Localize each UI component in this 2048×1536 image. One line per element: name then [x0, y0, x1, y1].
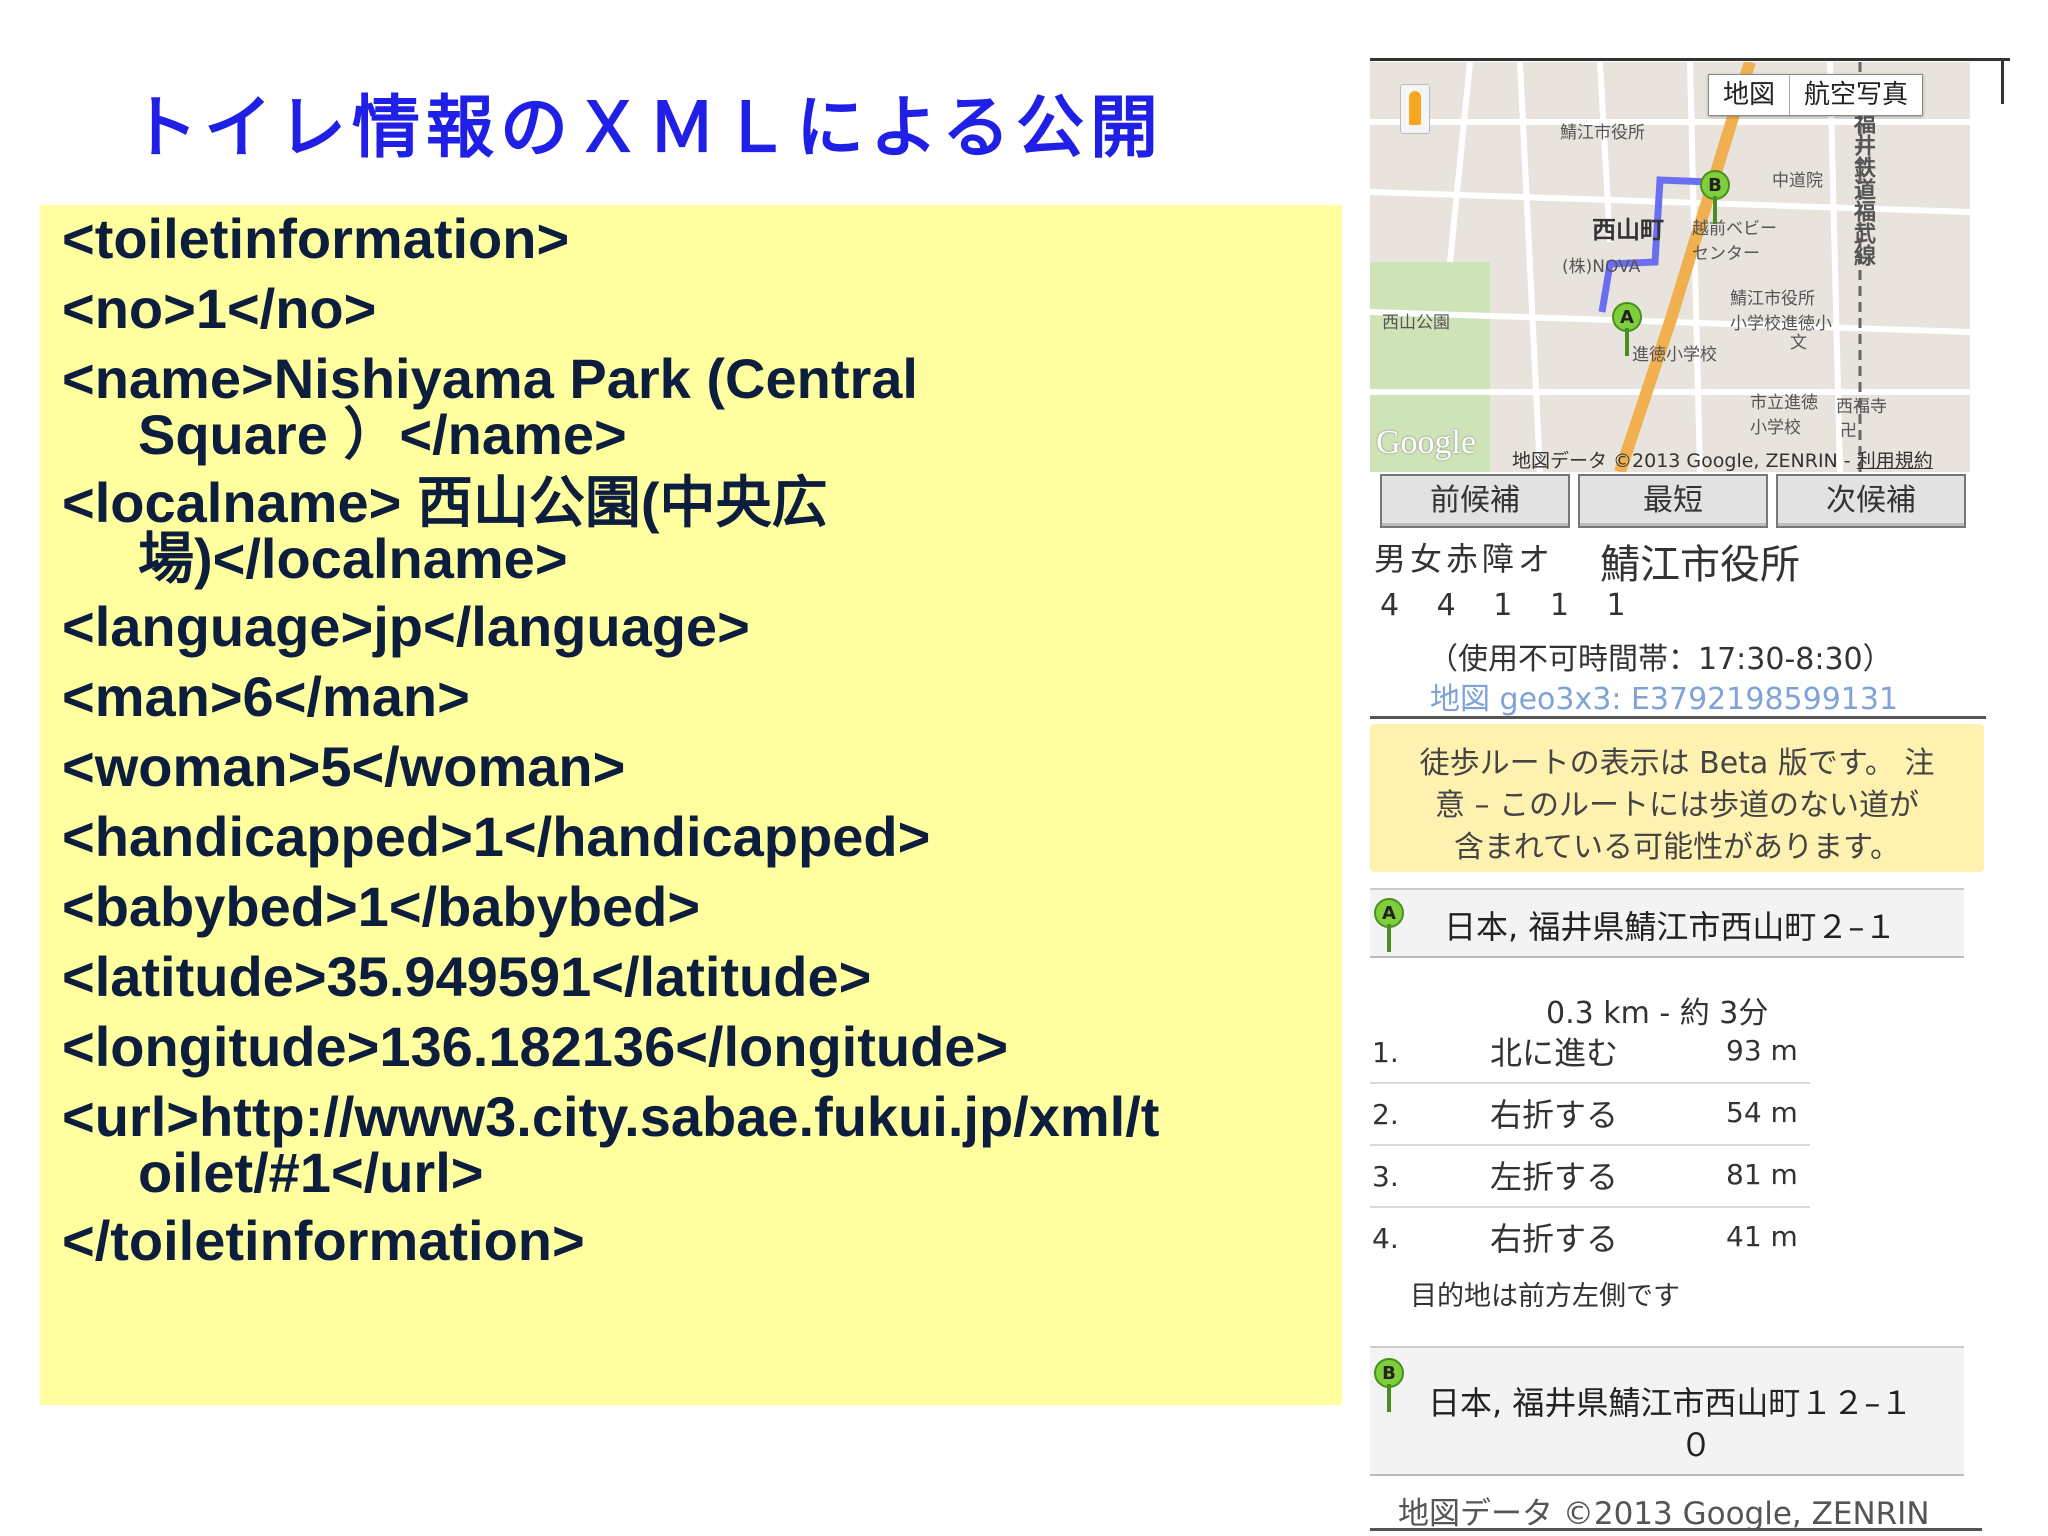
- divider: [1370, 1528, 1982, 1531]
- route-step[interactable]: 4. 右折する 41 m: [1370, 1208, 1810, 1268]
- xml-line: <handicapped>1</handicapped>: [62, 805, 931, 868]
- map-label: 進徳小学校: [1632, 345, 1717, 365]
- next-candidate-button[interactable]: 次候補: [1776, 474, 1966, 528]
- start-address: 日本, 福井県鯖江市西山町２–１: [1444, 908, 1897, 946]
- map-data-footer: 地図データ ©2013 Google, ZENRIN: [1398, 1496, 1930, 1532]
- map-label: 市立進徳 小学校: [1750, 393, 1818, 438]
- xml-line: <woman>5</woman>: [62, 735, 626, 798]
- xml-line: <toiletinformation>: [62, 207, 570, 270]
- map-label: 西山公園: [1382, 313, 1450, 333]
- map-label: 鯖江市役所 小学校進徳小: [1730, 289, 1832, 334]
- xml-line: <name>Nishiyama Park (Central: [62, 347, 918, 410]
- map-label: 文: [1790, 333, 1807, 353]
- xml-line: <language>jp</language>: [62, 595, 750, 658]
- facility-counts: 4 4 1 1 1: [1380, 588, 1640, 623]
- route-step[interactable]: 2. 右折する 54 m: [1370, 1084, 1810, 1146]
- google-logo: Google: [1376, 424, 1477, 461]
- map-label: 鯖江市役所: [1560, 123, 1645, 143]
- xml-line: <longitude>136.182136</longitude>: [62, 1015, 1009, 1078]
- xml-line: <babybed>1</babybed>: [62, 875, 701, 938]
- divider: [2001, 58, 2004, 104]
- place-name: 鯖江市役所: [1600, 542, 1800, 588]
- slide-title: トイレ情報のＸＭＬによる公開: [130, 89, 1164, 168]
- map-marker-b[interactable]: B: [1700, 170, 1730, 224]
- notice-line: 含まれている可能性があります。: [1453, 830, 1901, 865]
- marker-a-icon: A: [1374, 898, 1404, 952]
- mobile-route-panel: 鯖江市役所 西山町 越前ベビー センター (株)NOVA 西山公園 鯖江市役所 …: [1370, 56, 2010, 1536]
- notice-line: 徒歩ルートの表示は Beta 版です。 注: [1419, 746, 1935, 781]
- map-view[interactable]: 鯖江市役所 西山町 越前ベビー センター (株)NOVA 西山公園 鯖江市役所 …: [1370, 62, 1970, 472]
- divider: [1370, 716, 1986, 719]
- map-label: 福井鉄道福武線: [1850, 112, 1875, 266]
- xml-line: <latitude>35.949591</latitude>: [62, 945, 872, 1008]
- map-label: (株)NOVA: [1562, 257, 1641, 277]
- terms-link[interactable]: 利用規約: [1857, 450, 1933, 472]
- divider: [1370, 58, 2010, 61]
- xml-line: </toiletinformation>: [62, 1209, 585, 1272]
- notice-line: 意 – このルートには歩道のない道が: [1434, 788, 1920, 823]
- xml-line: <man>6</man>: [62, 665, 470, 728]
- destination-note: 目的地は前方左側です: [1410, 1281, 1680, 1312]
- map-type-satellite-button[interactable]: 航空写真: [1789, 75, 1922, 115]
- map-attribution: 地図データ ©2013 Google, ZENRIN - 利用規約: [1512, 450, 1933, 472]
- beta-notice: 徒歩ルートの表示は Beta 版です。 注 意 – このルートには歩道のない道が…: [1370, 724, 1984, 872]
- end-address-row[interactable]: B 日本, 福井県鯖江市西山町１２–１ ０: [1370, 1346, 1964, 1476]
- facility-icons: 男女赤障オ: [1374, 540, 1555, 578]
- xml-line: Square ）</name>: [138, 403, 627, 466]
- map-label: 西福寺: [1836, 397, 1887, 417]
- marker-b-icon: B: [1374, 1358, 1404, 1412]
- map-label: 西山町: [1592, 216, 1664, 244]
- unavailable-hours: （使用不可時間帯：17:30-8:30）: [1428, 642, 1893, 677]
- shortest-button[interactable]: 最短: [1578, 474, 1768, 528]
- map-label: 卍: [1840, 421, 1857, 441]
- xml-line: <no>1</no>: [62, 277, 377, 340]
- end-address-line: 日本, 福井県鯖江市西山町１２–１: [1428, 1384, 1913, 1422]
- route-step[interactable]: 1. 北に進む 93 m: [1370, 1022, 1810, 1084]
- candidate-nav: 前候補 最短 次候補: [1380, 474, 1966, 528]
- pegman-icon[interactable]: [1400, 84, 1430, 134]
- xml-line: 場)</localname>: [138, 527, 568, 590]
- map-type-map-button[interactable]: 地図: [1709, 75, 1789, 115]
- map-marker-a[interactable]: A: [1612, 302, 1642, 356]
- start-address-row[interactable]: A 日本, 福井県鯖江市西山町２–１: [1370, 888, 1964, 958]
- geo-map-link[interactable]: 地図 geo3x3: E3792198599131: [1430, 674, 1898, 718]
- route-step[interactable]: 3. 左折する 81 m: [1370, 1146, 1810, 1208]
- xml-line: <localname> 西山公園(中央広: [62, 471, 828, 534]
- xml-line: <url>http://www3.city.sabae.fukui.jp/xml…: [62, 1085, 1160, 1148]
- map-label: 中道院: [1772, 171, 1823, 191]
- previous-candidate-button[interactable]: 前候補: [1380, 474, 1570, 528]
- map-type-control: 地図 航空写真: [1708, 74, 1924, 116]
- xml-line: oilet/#1</url>: [138, 1141, 484, 1204]
- end-address-line: ０: [1680, 1426, 1713, 1464]
